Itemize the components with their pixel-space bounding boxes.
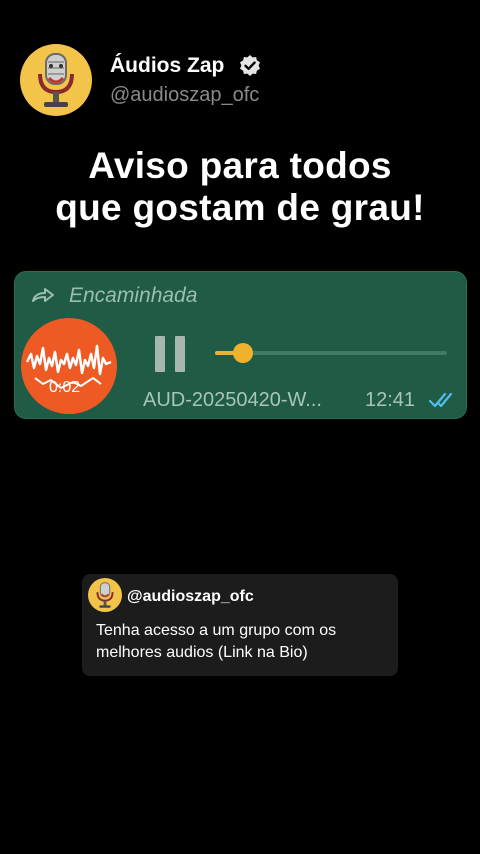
headline-line-1: Aviso para todos	[88, 145, 392, 186]
forward-arrow-icon	[32, 288, 54, 302]
microphone-icon	[96, 582, 114, 608]
profile-name[interactable]: Áudios Zap	[110, 54, 224, 78]
audio-filename: AUD-20250420-W...	[143, 389, 322, 411]
headline-line-2: que gostam de grau!	[55, 187, 425, 228]
microphone-icon	[38, 53, 74, 107]
audio-elapsed-time: 0:02	[49, 379, 81, 396]
caption-card[interactable]: @audioszap_ofc Tenha acesso a um grupo c…	[82, 574, 398, 676]
profile-handle[interactable]: @audioszap_ofc	[110, 84, 262, 107]
forwarded-label: Encaminhada	[69, 284, 198, 307]
caption-avatar	[88, 578, 122, 612]
profile-header: Áudios Zap @audioszap_ofc	[20, 44, 262, 116]
waveform-icon	[25, 344, 112, 390]
pause-icon	[155, 336, 165, 372]
pause-button[interactable]	[153, 336, 187, 372]
verified-badge-icon	[240, 54, 261, 76]
audio-seek-handle[interactable]	[232, 343, 253, 363]
double-check-read-icon	[428, 392, 453, 408]
headline: Aviso para todos que gostam de grau!	[0, 145, 480, 229]
caption-text: Tenha acesso a um grupo com os melhores …	[96, 622, 337, 661]
profile-avatar[interactable]	[20, 44, 92, 116]
audio-message-bubble[interactable]: Encaminhada 0:02 AUD-20250420-W... 12:41	[14, 271, 467, 419]
message-time: 12:41	[365, 389, 416, 411]
caption-handle[interactable]: @audioszap_ofc	[127, 588, 254, 606]
forwarded-indicator: Encaminhada	[31, 284, 197, 308]
audio-sender-avatar: 0:02	[21, 318, 117, 414]
